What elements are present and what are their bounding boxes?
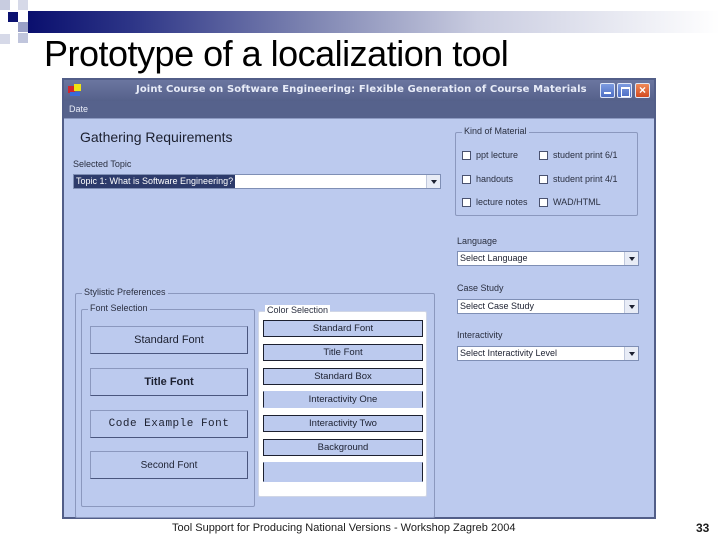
case-study-select[interactable]: Select Case Study (457, 299, 639, 314)
color-standard-font-button[interactable]: Standard Font (263, 320, 423, 337)
checkbox-lecture-notes[interactable]: lecture notes (462, 197, 528, 207)
font-selection-group: Font Selection Standard Font Title Font … (81, 303, 255, 507)
language-select-value: Select Language (460, 253, 528, 263)
menu-bar: Date (64, 101, 654, 119)
color-background-button[interactable]: Background (263, 439, 423, 456)
checkbox-label: lecture notes (476, 197, 528, 207)
checkbox-label: WAD/HTML (553, 197, 601, 207)
topic-label: Selected Topic (73, 159, 132, 169)
case-study-select-value: Select Case Study (460, 301, 535, 311)
slide-footer: Tool Support for Producing National Vers… (172, 522, 516, 534)
checkbox-handouts[interactable]: handouts (462, 174, 513, 184)
checkbox-label: student print 6/1 (553, 150, 618, 160)
color-interactivity-two-button[interactable]: Interactivity Two (263, 415, 423, 432)
topic-select[interactable]: Topic 1: What is Software Engineering? (73, 174, 441, 189)
slide-title: Prototype of a localization tool (44, 33, 509, 74)
app-window: Joint Course on Software Engineering: Fl… (62, 78, 656, 519)
stylistic-preferences-group: Stylistic Preferences Font Selection Sta… (75, 287, 435, 518)
checkbox-label: handouts (476, 174, 514, 184)
decor-square (0, 34, 10, 44)
form-heading: Gathering Requirements (80, 129, 233, 145)
checkbox-box[interactable] (462, 174, 471, 184)
kind-of-material-title: Kind of Material (462, 126, 529, 136)
minimize-button[interactable] (600, 83, 615, 98)
header-gradient-bar (28, 11, 720, 33)
close-icon: × (638, 83, 646, 97)
checkbox-box[interactable] (539, 150, 548, 160)
interactivity-select[interactable]: Select Interactivity Level (457, 346, 639, 361)
decor-square (0, 0, 10, 10)
decor-square (18, 0, 28, 10)
second-font-button[interactable]: Second Font (90, 451, 248, 479)
window-titlebar[interactable]: Joint Course on Software Engineering: Fl… (64, 80, 654, 101)
color-blank-button[interactable] (263, 462, 423, 482)
stylistic-preferences-title: Stylistic Preferences (82, 287, 168, 297)
checkbox-student-print-4-1[interactable]: student print 4/1 (539, 174, 618, 184)
font-selection-title: Font Selection (88, 303, 150, 313)
app-icon (68, 84, 82, 97)
chevron-down-icon[interactable] (426, 175, 440, 188)
color-interactivity-one-button[interactable]: Interactivity One (263, 391, 423, 408)
title-font-button[interactable]: Title Font (90, 368, 248, 396)
chevron-down-icon[interactable] (624, 300, 638, 313)
decor-square (18, 33, 28, 43)
language-label: Language (457, 236, 498, 246)
chevron-down-icon[interactable] (624, 347, 638, 360)
checkbox-label: ppt lecture (476, 150, 519, 160)
code-example-font-button[interactable]: Code Example Font (90, 410, 248, 438)
decor-square (18, 22, 28, 32)
interactivity-select-value: Select Interactivity Level (460, 348, 558, 358)
checkbox-label: student print 4/1 (553, 174, 618, 184)
chevron-down-icon[interactable] (624, 252, 638, 265)
checkbox-student-print-6-1[interactable]: student print 6/1 (539, 150, 618, 160)
color-selection-title: Color Selection (265, 305, 331, 315)
menu-item-date[interactable]: Date (69, 104, 88, 114)
kind-of-material-group: Kind of Material ppt lecture student pri… (455, 126, 638, 216)
interactivity-label: Interactivity (457, 330, 503, 340)
checkbox-box[interactable] (539, 174, 548, 184)
topic-select-value: Topic 1: What is Software Engineering? (74, 175, 236, 188)
checkbox-box[interactable] (462, 197, 471, 207)
form-content: Gathering Requirements Selected Topic To… (64, 119, 654, 518)
case-study-label: Case Study (457, 283, 504, 293)
checkbox-wad-html[interactable]: WAD/HTML (539, 197, 601, 207)
decor-square (8, 12, 18, 22)
maximize-button[interactable] (617, 83, 632, 98)
page-number: 33 (696, 521, 710, 535)
language-select[interactable]: Select Language (457, 251, 639, 266)
checkbox-ppt-lecture[interactable]: ppt lecture (462, 150, 518, 160)
checkbox-box[interactable] (462, 150, 471, 160)
color-standard-box-button[interactable]: Standard Box (263, 368, 423, 385)
color-selection-group: Color Selection Standard Font Title Font… (258, 305, 427, 497)
standard-font-button[interactable]: Standard Font (90, 326, 248, 354)
window-title: Joint Course on Software Engineering: Fl… (136, 84, 587, 95)
color-title-font-button[interactable]: Title Font (263, 344, 423, 361)
checkbox-box[interactable] (539, 197, 548, 207)
close-button[interactable]: × (635, 83, 650, 98)
